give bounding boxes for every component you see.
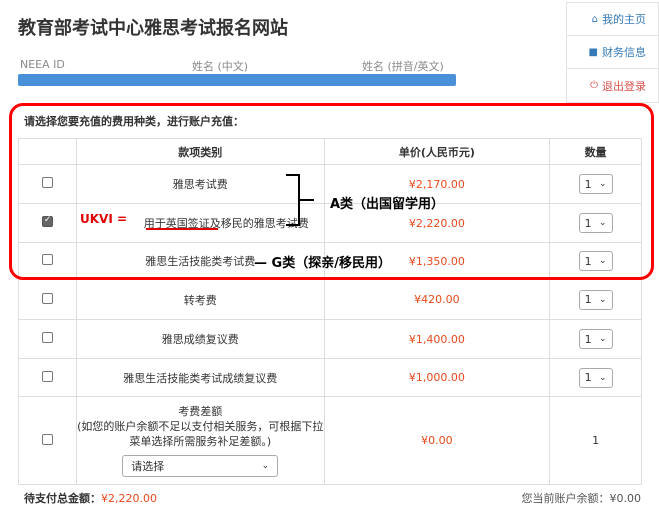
name-cn-label: 姓名 (中文) — [192, 60, 249, 73]
service-select-value: 请选择 — [131, 460, 165, 473]
diff-description: (如您的账户余额不足以支付相关服务，可根据下拉菜单选择所需服务补足差额。) — [77, 420, 324, 448]
fee-price: ¥0.00 — [323, 396, 551, 485]
balance-value: ¥0.00 — [609, 492, 642, 505]
row-checkbox[interactable] — [41, 292, 53, 304]
chevron-down-icon: ⌄ — [599, 372, 607, 383]
fee-qty: 1 — [549, 396, 642, 485]
qty-select[interactable]: 1 ⌄ — [578, 329, 613, 349]
highlight-box — [9, 103, 654, 280]
menu-item-label: 财务信息 — [602, 46, 646, 59]
name-en-label: 姓名 (拼音/英文) — [362, 60, 444, 73]
menu-item-label: 我的主页 — [602, 13, 646, 26]
chevron-down-icon: ⌄ — [261, 461, 270, 471]
fee-name: 雅思生活技能类考试成绩复议费 — [75, 358, 325, 397]
fee-name: 转考费 — [75, 279, 325, 320]
table-row: 雅思生活技能类考试成绩复议费 ¥1,000.00 1 ⌄ — [18, 358, 642, 397]
qty-value: 1 — [584, 371, 592, 384]
menu-item-home[interactable]: ⌂ 我的主页 — [567, 3, 658, 36]
site-title: 教育部考试中心雅思考试报名网站 — [18, 18, 288, 39]
balance-label: 您当前账户余额： — [521, 492, 610, 505]
qty-select[interactable]: 1 ⌄ — [578, 289, 613, 310]
qty-select[interactable]: 1 ⌄ — [578, 367, 613, 388]
home-icon: ⌂ — [591, 13, 598, 25]
chevron-down-icon: ⌄ — [599, 294, 607, 305]
table-row: 雅思成绩复议费 ¥1,400.00 1 ⌄ — [18, 319, 642, 359]
fee-diff-cell: 考费差额 (如您的账户余额不足以支付相关服务，可根据下拉菜单选择所需服务补足差额… — [75, 396, 325, 485]
total-due: 待支付总金额：¥2,220.00 — [24, 490, 157, 506]
qty-value: 1 — [584, 332, 592, 346]
menu-item-label: 退出登录 — [602, 79, 646, 93]
user-info-labels: NEEA ID 姓名 (中文) 姓名 (拼音/英文) — [0, 58, 470, 74]
row-checkbox[interactable] — [41, 433, 53, 445]
account-balance: 您当前账户余额：¥0.00 — [522, 490, 642, 506]
table-row: 转考费 ¥420.00 1 ⌄ — [18, 279, 642, 320]
table-row: 考费差额 (如您的账户余额不足以支付相关服务，可根据下拉菜单选择所需服务补足差额… — [18, 396, 642, 485]
fee-price: ¥1,000.00 — [323, 358, 551, 397]
qty-value: 1 — [584, 293, 592, 306]
fee-price: ¥1,400.00 — [323, 319, 551, 359]
user-info-bar — [18, 74, 456, 86]
diff-title: 考费差额 — [178, 405, 223, 418]
neea-id-label: NEEA ID — [20, 58, 65, 71]
total-value: ¥2,220.00 — [101, 492, 157, 505]
right-menu: ⌂ 我的主页 ■ 财务信息 ⏻ 退出登录 — [566, 2, 659, 103]
briefcase-icon: ■ — [588, 46, 598, 58]
fee-name: 雅思成绩复议费 — [75, 319, 325, 359]
row-checkbox[interactable] — [41, 332, 53, 343]
fee-price: ¥420.00 — [323, 279, 551, 320]
menu-item-finance[interactable]: ■ 财务信息 — [567, 36, 658, 69]
service-select[interactable]: 请选择 ⌄ — [122, 455, 279, 477]
chevron-down-icon: ⌄ — [599, 334, 607, 344]
total-label: 待支付总金额： — [24, 492, 101, 505]
menu-item-logout[interactable]: ⏻ 退出登录 — [567, 69, 658, 102]
power-icon: ⏻ — [590, 80, 598, 91]
row-checkbox[interactable] — [41, 370, 53, 382]
